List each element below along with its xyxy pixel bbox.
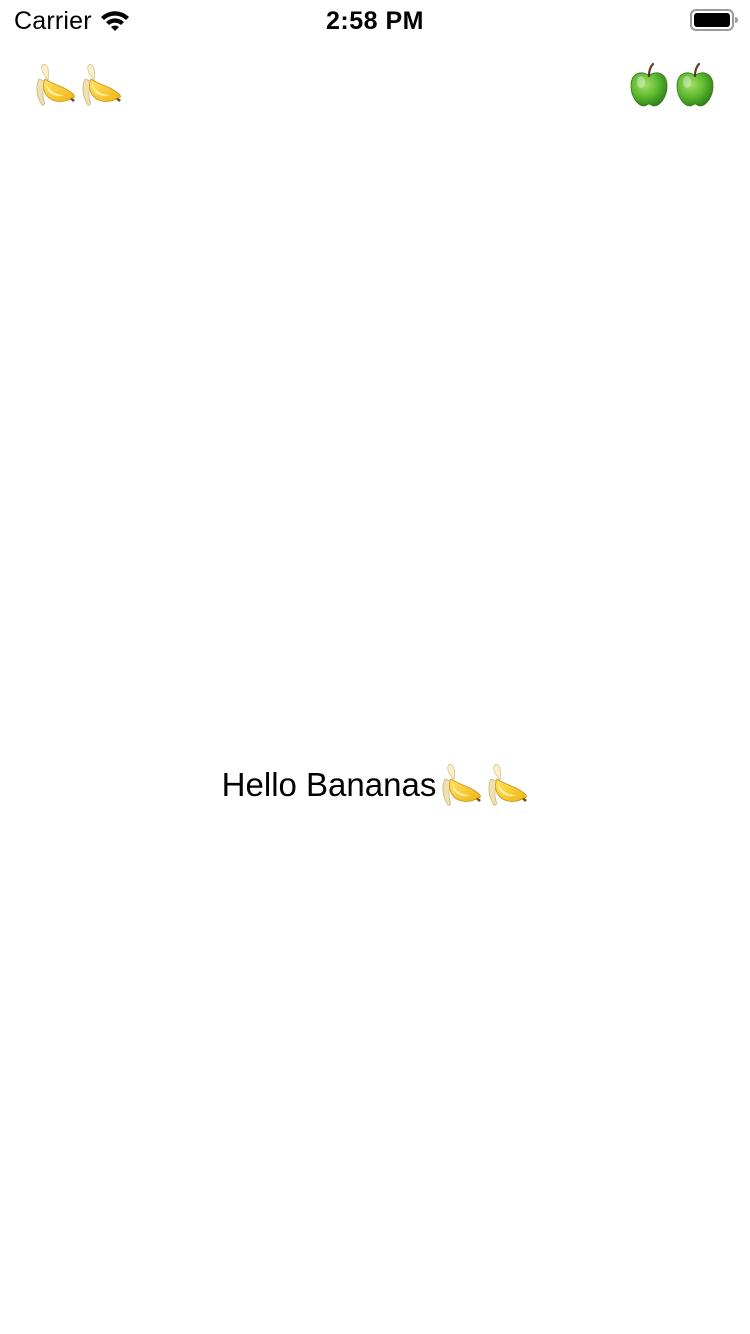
status-time: 2:58 PM — [326, 7, 424, 35]
apples-bar-button[interactable] — [628, 62, 716, 108]
banana-icon — [440, 762, 482, 808]
navigation-bar — [0, 40, 750, 128]
greeting-text: Hello Bananas — [221, 766, 437, 803]
battery-full-icon — [690, 8, 740, 32]
status-bar: Carrier 2:58 PM — [0, 0, 750, 40]
green-apple-icon — [628, 62, 670, 108]
green-apple-icon — [674, 62, 716, 108]
greeting-label: Hello Bananas — [0, 762, 750, 808]
bananas-bar-button[interactable] — [34, 62, 122, 108]
banana-icon — [486, 762, 528, 808]
banana-icon — [80, 62, 122, 108]
banana-icon — [34, 62, 76, 108]
